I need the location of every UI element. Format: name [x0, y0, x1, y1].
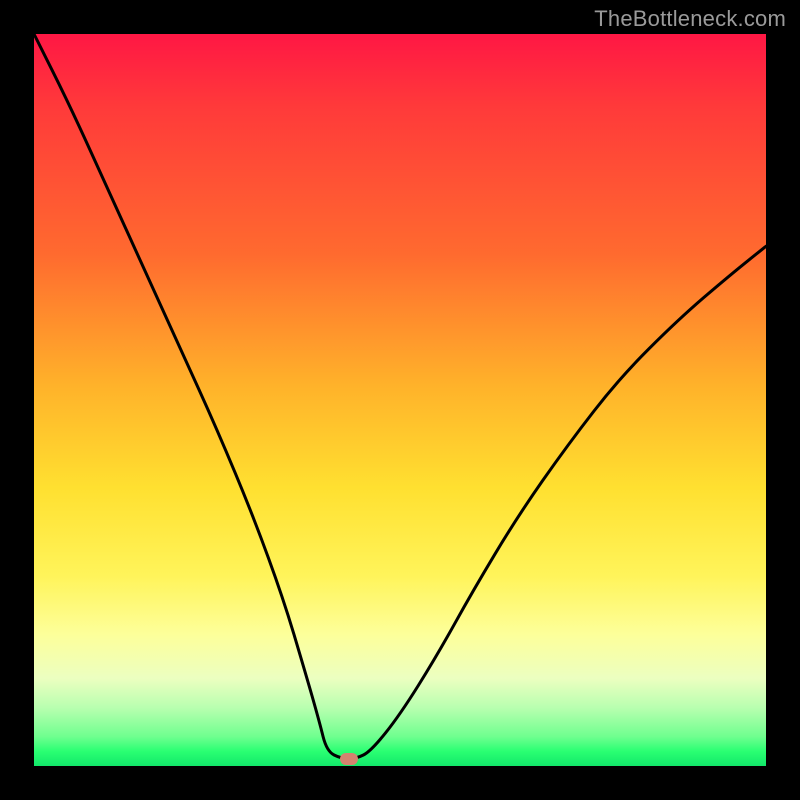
watermark-text: TheBottleneck.com: [594, 6, 786, 32]
bottleneck-curve: [34, 34, 766, 766]
plot-area: [34, 34, 766, 766]
optimum-marker: [340, 753, 358, 765]
chart-frame: TheBottleneck.com: [0, 0, 800, 800]
